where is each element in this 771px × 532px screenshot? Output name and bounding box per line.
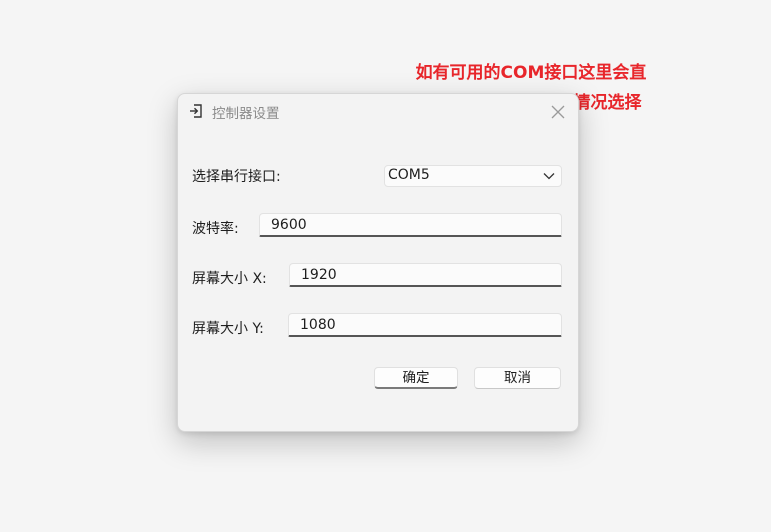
baud-rate-input[interactable] xyxy=(260,214,561,235)
screen-y-field[interactable] xyxy=(288,313,562,337)
dialog-title: 控制器设置 xyxy=(212,106,280,122)
title-bar: 控制器设置 xyxy=(178,94,578,130)
screen-x-label: 屏幕大小 X: xyxy=(192,271,267,287)
com-port-label: 选择串行接口: xyxy=(192,169,281,185)
baud-rate-field[interactable] xyxy=(259,213,562,237)
com-port-select[interactable]: COM5 xyxy=(384,165,562,187)
screen-y-input[interactable] xyxy=(289,314,561,335)
baud-rate-label: 波特率: xyxy=(192,221,239,237)
screen-x-field[interactable] xyxy=(289,263,562,287)
login-icon xyxy=(190,104,202,118)
com-port-value: COM5 xyxy=(388,167,430,183)
close-icon[interactable] xyxy=(548,102,568,122)
cancel-button[interactable]: 取消 xyxy=(474,367,561,389)
controller-settings-dialog: 控制器设置 选择串行接口: COM5 波特率: 屏幕大小 X: 屏幕大小 Y: … xyxy=(177,93,579,432)
screen-x-input[interactable] xyxy=(290,264,561,285)
ok-button[interactable]: 确定 xyxy=(374,367,458,389)
screen-y-label: 屏幕大小 Y: xyxy=(192,321,264,337)
chevron-down-icon xyxy=(543,173,555,180)
annotation-line-1: 如有可用的COM接口这里会直 xyxy=(415,63,647,83)
